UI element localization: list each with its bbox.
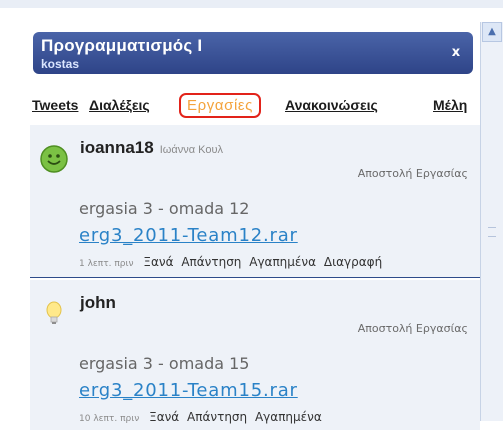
reply-action[interactable]: Απάντηση <box>181 255 241 269</box>
attachment-link[interactable]: erg3_2011-Team15.rar <box>79 380 298 401</box>
post-type-label: Αποστολή Εργασίας <box>357 322 468 335</box>
course-panel: Προγραμματισμός Ι kostas x Tweets Διαλέξ… <box>30 22 480 430</box>
lightbulb-icon[interactable] <box>40 300 68 328</box>
panel-title: Προγραμματισμός Ι <box>41 36 203 55</box>
smiley-icon[interactable] <box>40 145 68 173</box>
vertical-scrollbar[interactable]: ▲ <box>480 22 503 421</box>
favorite-action[interactable]: Αγαπημένα <box>249 255 316 269</box>
tab-bar: Tweets Διαλέξεις Εργασίες Ανακοινώσεις Μ… <box>32 93 478 123</box>
post-username[interactable]: john <box>80 293 116 313</box>
username-text[interactable]: john <box>80 293 116 312</box>
favorite-action[interactable]: Αγαπημένα <box>255 410 322 424</box>
scrollbar-grip[interactable] <box>488 227 496 237</box>
close-button[interactable]: x <box>447 44 465 62</box>
tab-announcements[interactable]: Ανακοινώσεις <box>285 97 378 113</box>
tab-tweets[interactable]: Tweets <box>32 97 78 113</box>
delete-action[interactable]: Διαγραφή <box>324 255 382 269</box>
retweet-action[interactable]: Ξανά <box>143 255 173 269</box>
post-type-label: Αποστολή Εργασίας <box>357 167 468 180</box>
tab-assignments[interactable]: Εργασίες <box>179 93 262 118</box>
reply-action[interactable]: Απάντηση <box>187 410 247 424</box>
post-meta: 10 λεπτ. πριν Ξανά Απάντηση Αγαπημένα <box>79 410 326 424</box>
post-text: ergasia 3 - omada 15 <box>79 354 250 373</box>
post-realname: Ιωάννα Κουλ <box>159 144 223 156</box>
tab-lectures[interactable]: Διαλέξεις <box>89 97 150 113</box>
retweet-action[interactable]: Ξανά <box>149 410 179 424</box>
panel-subtitle[interactable]: kostas <box>41 57 79 71</box>
username-text[interactable]: ioanna18 <box>80 138 154 157</box>
post-meta: 1 λεπτ. πριν Ξανά Απάντηση Αγαπημένα Δια… <box>79 255 386 269</box>
post-username[interactable]: ioanna18 Ιωάννα Κουλ <box>80 138 223 158</box>
window-frame-top <box>0 0 503 8</box>
scroll-up-arrow-icon[interactable]: ▲ <box>482 22 502 42</box>
panel-titlebar: Προγραμματισμός Ι kostas x <box>33 32 473 74</box>
post-feed: ioanna18 Ιωάννα Κουλ Αποστολή Εργασίας er… <box>30 125 480 430</box>
post-time: 1 λεπτ. πριν <box>79 259 134 269</box>
list-item: ioanna18 Ιωάννα Κουλ Αποστολή Εργασίας er… <box>30 125 480 278</box>
list-item: john Αποστολή Εργασίας ergasia 3 - omada… <box>30 280 480 430</box>
post-time: 10 λεπτ. πριν <box>79 414 140 424</box>
attachment-link[interactable]: erg3_2011-Team12.rar <box>79 225 298 246</box>
tab-members[interactable]: Μέλη <box>433 97 467 113</box>
post-text: ergasia 3 - omada 12 <box>79 199 250 218</box>
